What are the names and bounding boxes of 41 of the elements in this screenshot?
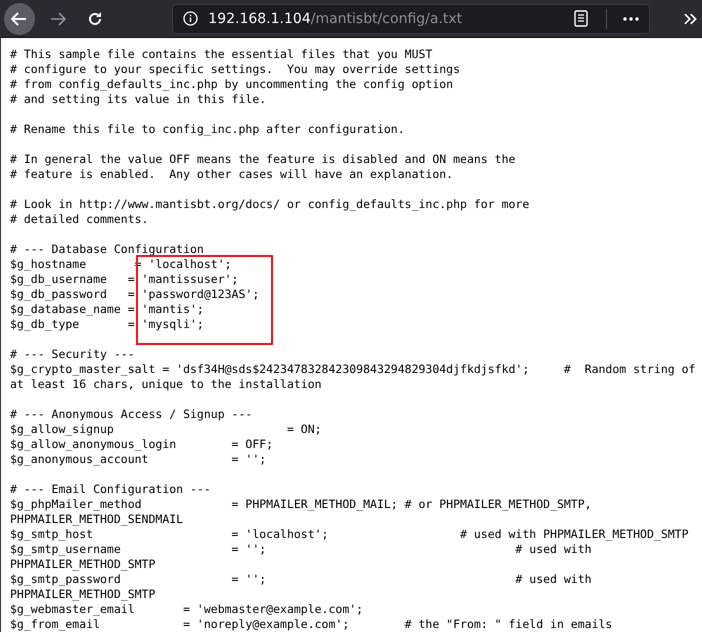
code-line: $g_db_type = 'mysqli'; [10, 317, 204, 332]
code-line: # --- Security --- [10, 347, 135, 362]
code-line: $g_webmaster_email = 'webmaster@example.com'; [10, 602, 364, 617]
code-line: $g_phpMailer_method = PHPMAILER_METHOD_MAIL; # or PHPMAILER_METHOD_SMTP, [10, 497, 592, 512]
back-arrow-icon [11, 12, 28, 26]
code-line: $g_smtp_username = ''; # used with [10, 542, 592, 557]
code-line: # Rename this file to config_inc.php after configuration. [10, 122, 405, 137]
code-line: # This sample file contains the essential files that you MUST [10, 47, 432, 62]
reader-view-icon[interactable] [574, 10, 588, 27]
code-line: # from config_defaults_inc.php by uncommenting the config option [10, 77, 454, 92]
code-line: PHPMAILER_METHOD_SENDMAIL [10, 512, 184, 527]
code-line: # Look in http://www.mantisbt.org/docs/ or config_defaults_inc.php for more [10, 197, 530, 212]
code-line: $g_from_email = 'noreply@example.com'; # the "From: " field in emails [10, 617, 612, 632]
more-options-icon[interactable] [623, 16, 640, 20]
code-line: $g_database_name = 'mantis'; [10, 302, 204, 317]
code-line: $g_crypto_master_salt = 'dsf34H@sds$242347832842309843294829304djfkdjsfkd'; # Random string of [10, 362, 696, 377]
code-line: # --- Anonymous Access / Signup --- [10, 407, 252, 422]
code-line: $g_allow_anonymous_login = OFF; [10, 437, 274, 452]
code-line: # and setting its value in this file. [10, 92, 266, 107]
code-line: $g_db_username = 'mantissuser'; [10, 272, 238, 287]
code-line: PHPMAILER_METHOD_SMTP [10, 587, 156, 602]
code-line: $g_smtp_password = ''; # used with [10, 572, 592, 587]
info-icon [183, 11, 198, 26]
address-bar[interactable]: 192.168.1.104/mantisbt/config/a.txt [172, 4, 650, 34]
code-line: # --- Email Configuration --- [10, 482, 211, 497]
reload-icon [86, 10, 103, 26]
url-text: 192.168.1.104/mantisbt/config/a.txt [208, 10, 464, 26]
code-line: # In general the value OFF means the feature is disabled and ON means the [10, 152, 516, 167]
code-line: $g_db_password = 'password@123AS'; [10, 287, 260, 302]
overflow-chevron-icon[interactable] [684, 12, 698, 24]
code-line: $g_smtp_host = 'localhost'; # used with PHPMAILER_METHOD_SMTP [10, 527, 689, 542]
back-button[interactable] [4, 2, 35, 34]
forward-arrow-icon [50, 12, 66, 26]
code-line: $g_allow_signup = ON; [10, 422, 322, 437]
code-line: # configure to your specific settings. You may override settings [10, 62, 460, 77]
code-line: $g_anonymous_account = ''; [10, 452, 266, 467]
code-line: # detailed comments. [10, 212, 148, 227]
code-line: at least 16 chars, unique to the installation [10, 377, 322, 392]
code-line: # feature is enabled. Any other cases will have an explanation. [10, 167, 454, 182]
code-line: # --- Database Configuration [10, 242, 204, 257]
code-line: PHPMAILER_METHOD_SMTP [10, 557, 156, 572]
